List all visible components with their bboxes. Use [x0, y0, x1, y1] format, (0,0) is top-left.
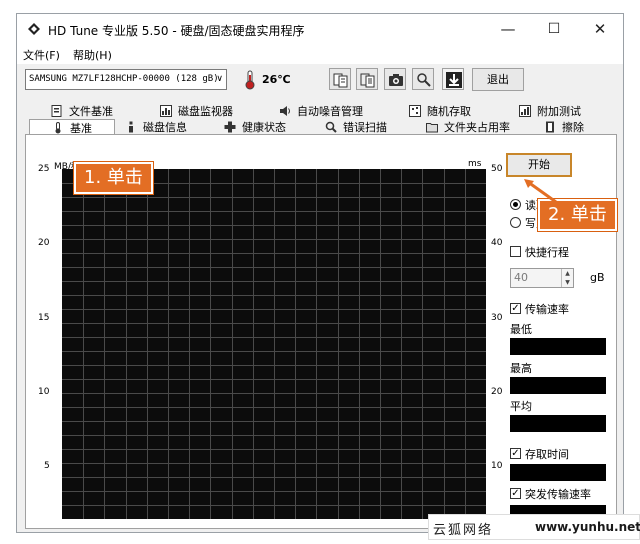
copy-all-icon[interactable] — [356, 68, 378, 90]
min-value-box — [510, 338, 606, 355]
options-icon[interactable] — [412, 68, 434, 90]
transfer-rate-label: 传输速率 — [525, 303, 569, 316]
health-icon — [224, 121, 236, 133]
short-stroke-label: 快捷行程 — [525, 246, 569, 259]
file-benchmark-icon — [51, 105, 63, 117]
short-stroke-unit: gB — [590, 271, 605, 284]
y-right-tick: 40 — [491, 238, 503, 248]
watermark-cn: 云狐网络 — [433, 523, 494, 538]
drive-select[interactable]: SAMSUNG MZ7LF128HCHP-00000 (128 gB) ∨ — [25, 69, 227, 90]
toolbar: SAMSUNG MZ7LF128HCHP-00000 (128 gB) ∨ 26… — [17, 64, 623, 96]
y-left-tick: 20 — [38, 238, 50, 248]
avg-value-box — [510, 415, 606, 432]
minimize-button[interactable]: — — [485, 14, 531, 44]
tab-label: 附加测试 — [537, 105, 581, 118]
benchmark-chart-grid — [62, 169, 486, 519]
tab-label: 自动噪音管理 — [297, 105, 363, 118]
max-value-box — [510, 377, 606, 394]
disk-monitor-icon — [160, 105, 172, 117]
y-left-tick: 5 — [44, 461, 50, 471]
tab-label: 磁盘监视器 — [178, 105, 233, 118]
y-right-tick: 30 — [491, 313, 503, 323]
y-right-tick: 20 — [491, 387, 503, 397]
tab-disk-monitor[interactable]: 磁盘监视器 — [160, 103, 233, 120]
step1-annotation: 1. 单击 — [74, 162, 153, 194]
short-stroke-value: 40 — [514, 271, 528, 284]
menu-help[interactable]: 帮助(H) — [73, 47, 112, 63]
tab-label: 随机存取 — [427, 105, 471, 118]
diamond-app-icon — [27, 22, 41, 36]
watermark-url: www.yunhu.net — [535, 520, 640, 534]
temperature-readout: 26℃ — [262, 73, 291, 86]
spinner-arrows-icon[interactable]: ▲ ▼ — [561, 269, 573, 287]
tab-extra-tests[interactable]: 附加测试 — [519, 103, 581, 120]
app-window: HD Tune 专业版 5.50 - 硬盘/固态硬盘实用程序 — ☐ ✕ 文件(… — [16, 13, 624, 533]
screenshot-icon[interactable] — [384, 68, 406, 90]
tab-label: 健康状态 — [242, 121, 286, 134]
min-label: 最低 — [510, 323, 532, 336]
transfer-rate-checkbox[interactable]: ✓ — [510, 303, 521, 314]
disk-info-icon — [125, 121, 137, 133]
error-scan-icon — [325, 121, 337, 133]
site-watermark: 云狐网络 www.yunhu.net — [428, 514, 640, 540]
maximize-button[interactable]: ☐ — [531, 14, 577, 44]
y-right-tick: 10 — [491, 461, 503, 471]
tab-noise-management[interactable]: 自动噪音管理 — [279, 103, 363, 120]
erase-icon — [544, 121, 556, 133]
title-bar: HD Tune 专业版 5.50 - 硬盘/固态硬盘实用程序 — ☐ ✕ — [17, 14, 623, 44]
speaker-icon — [279, 105, 291, 117]
menu-bar: 文件(F) 帮助(H) — [17, 44, 623, 64]
benchmark-icon — [52, 122, 64, 134]
access-time-checkbox[interactable]: ✓ — [510, 448, 521, 459]
tab-label: 文件基准 — [69, 105, 113, 118]
y-right-tick: 50 — [491, 164, 503, 174]
avg-label: 平均 — [510, 400, 532, 413]
folder-usage-icon — [426, 121, 438, 133]
step2-arrow-icon — [524, 179, 557, 204]
copy-info-icon[interactable] — [329, 68, 351, 90]
access-time-label: 存取时间 — [525, 448, 569, 461]
benchmark-chart — [62, 169, 486, 519]
short-stroke-checkbox[interactable] — [510, 246, 521, 257]
write-radio[interactable] — [510, 217, 521, 228]
y-right-unit: ms — [468, 159, 482, 169]
save-download-icon[interactable] — [442, 68, 464, 90]
short-stroke-spinner[interactable]: 40 ▲ ▼ — [510, 268, 574, 288]
burst-rate-checkbox[interactable]: ✓ — [510, 488, 521, 499]
tab-label: 错误扫描 — [343, 121, 387, 134]
y-left-tick: 15 — [38, 313, 50, 323]
drive-select-value: SAMSUNG MZ7LF128HCHP-00000 (128 gB) — [29, 74, 219, 84]
burst-rate-label: 突发传输速率 — [525, 488, 591, 501]
menu-file[interactable]: 文件(F) — [23, 47, 60, 63]
tab-file-benchmark[interactable]: 文件基准 — [51, 103, 113, 120]
access-time-value-box — [510, 464, 606, 481]
extra-tests-icon — [519, 105, 531, 117]
tab-random-access[interactable]: 随机存取 — [409, 103, 471, 120]
tab-label: 文件夹占用率 — [444, 121, 510, 134]
tab-label: 擦除 — [562, 121, 584, 134]
y-left-tick: 10 — [38, 387, 50, 397]
tab-label: 磁盘信息 — [143, 121, 187, 134]
close-button[interactable]: ✕ — [577, 14, 623, 44]
exit-button[interactable]: 退出 — [472, 68, 524, 91]
start-button[interactable]: 开始 — [506, 153, 572, 177]
y-left-tick: 25 — [38, 164, 50, 174]
random-access-icon — [409, 105, 421, 117]
tab-benchmark[interactable]: 基准 — [29, 119, 115, 135]
max-label: 最高 — [510, 362, 532, 375]
thermometer-icon — [244, 70, 256, 90]
window-title: HD Tune 专业版 5.50 - 硬盘/固态硬盘实用程序 — [48, 24, 305, 38]
chevron-down-icon: ∨ — [216, 74, 223, 84]
